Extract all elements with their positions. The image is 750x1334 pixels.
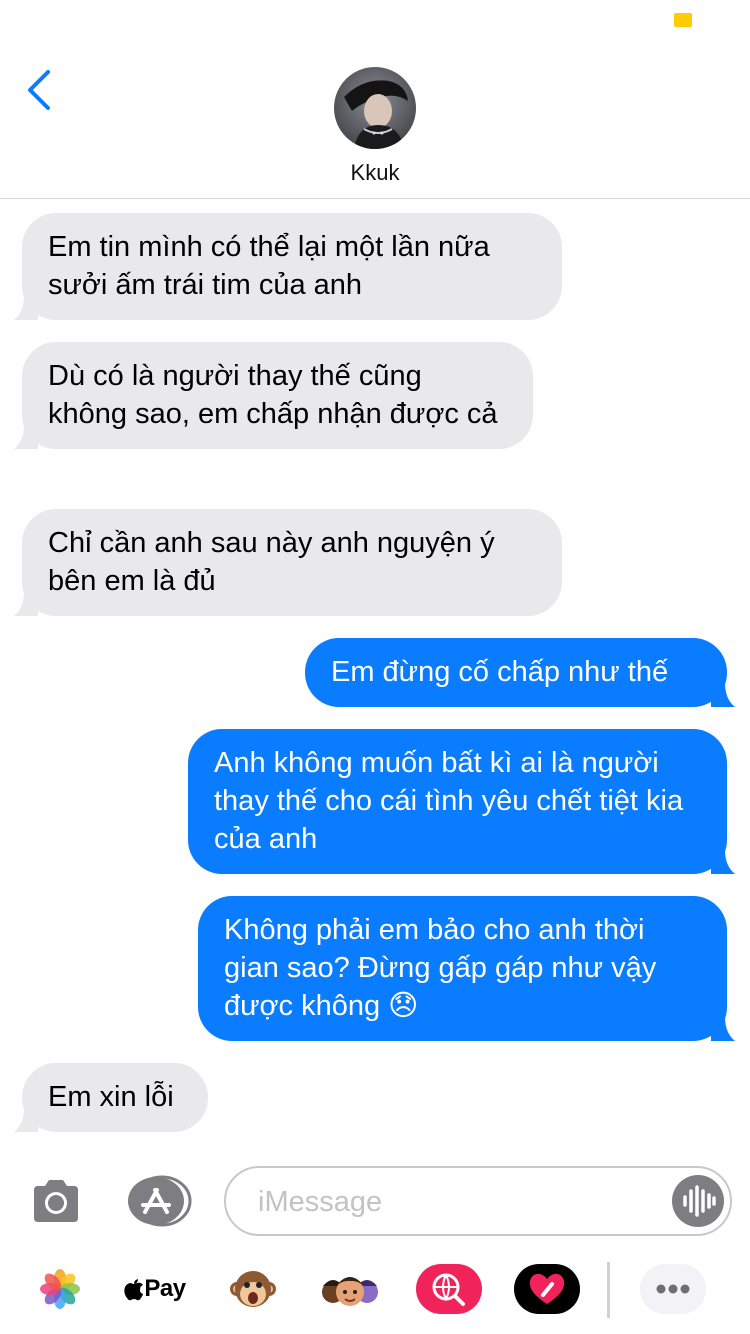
incoming-message[interactable]: Em tin mình có thể lại một lần nữa sưởi … xyxy=(14,213,562,320)
audio-message-button[interactable] xyxy=(672,1175,724,1227)
memoji-icon xyxy=(322,1277,378,1306)
chevron-left-icon xyxy=(28,70,50,110)
compose-bar xyxy=(0,1160,750,1246)
message-text: Em xin lỗi xyxy=(48,1081,174,1113)
bubble-tail xyxy=(711,683,735,707)
digital-touch-button[interactable] xyxy=(514,1264,580,1314)
apple-pay-label: Pay xyxy=(144,1275,186,1302)
conversation-header: Kkuk xyxy=(0,40,750,199)
bubble-tail xyxy=(14,296,38,320)
bubble-tail xyxy=(14,1108,38,1132)
bubble-tail xyxy=(14,425,38,449)
message-text: Chỉ cần anh sau này anh nguyện ý bên em … xyxy=(48,527,495,597)
message-text: Không phải em bảo cho anh thời gian sao?… xyxy=(224,914,657,1022)
bubble-tail xyxy=(711,850,735,874)
avatar-image xyxy=(334,67,416,149)
message-text: Dù có là người thay thế cũng không sao, … xyxy=(48,360,498,430)
photos-icon xyxy=(40,1269,80,1309)
incoming-message[interactable]: Chỉ cần anh sau này anh nguyện ý bên em … xyxy=(14,509,562,616)
contact-name[interactable]: Kkuk xyxy=(0,160,750,186)
more-apps-button[interactable] xyxy=(640,1264,706,1314)
globe-search-icon xyxy=(416,1264,482,1314)
imessage-app-strip: Pay xyxy=(0,1252,750,1334)
apple-logo-icon xyxy=(124,1279,144,1301)
outgoing-message[interactable]: Anh không muốn bất kì ai là người thay t… xyxy=(188,729,735,874)
bubble-tail xyxy=(14,592,38,616)
incoming-message[interactable]: Dù có là người thay thế cũng không sao, … xyxy=(14,342,533,449)
photos-app-button[interactable] xyxy=(38,1264,82,1314)
monkey-icon xyxy=(230,1271,276,1307)
imessage-field[interactable] xyxy=(224,1166,732,1236)
message-text: Anh không muốn bất kì ai là người thay t… xyxy=(214,747,684,855)
message-text: Em tin mình có thể lại một lần nữa sưởi … xyxy=(48,231,490,301)
image-search-app-button[interactable] xyxy=(416,1264,482,1314)
back-button[interactable] xyxy=(24,68,64,112)
message-input[interactable] xyxy=(256,1182,660,1222)
message-text: Em đừng cố chấp như thế xyxy=(331,656,669,688)
app-store-icon xyxy=(128,1175,192,1227)
incoming-message[interactable]: Em xin lỗi xyxy=(14,1063,208,1132)
camera-icon xyxy=(34,1180,78,1222)
outgoing-message[interactable]: Em đừng cố chấp như thế xyxy=(305,638,735,707)
app-store-button[interactable] xyxy=(126,1175,192,1227)
outgoing-message[interactable]: Không phải em bảo cho anh thời gian sao?… xyxy=(198,896,735,1041)
animoji-button[interactable] xyxy=(228,1264,278,1314)
app-strip-divider xyxy=(607,1262,610,1318)
battery-indicator xyxy=(674,13,692,27)
contact-avatar[interactable] xyxy=(334,67,416,149)
more-icon xyxy=(640,1264,706,1314)
bubble-tail xyxy=(711,1017,735,1041)
waveform-icon xyxy=(683,1185,716,1217)
heart-touch-icon xyxy=(514,1264,580,1314)
memoji-stickers-button[interactable] xyxy=(318,1264,382,1314)
apple-pay-button[interactable]: Pay xyxy=(120,1264,190,1314)
camera-button[interactable] xyxy=(30,1178,82,1224)
